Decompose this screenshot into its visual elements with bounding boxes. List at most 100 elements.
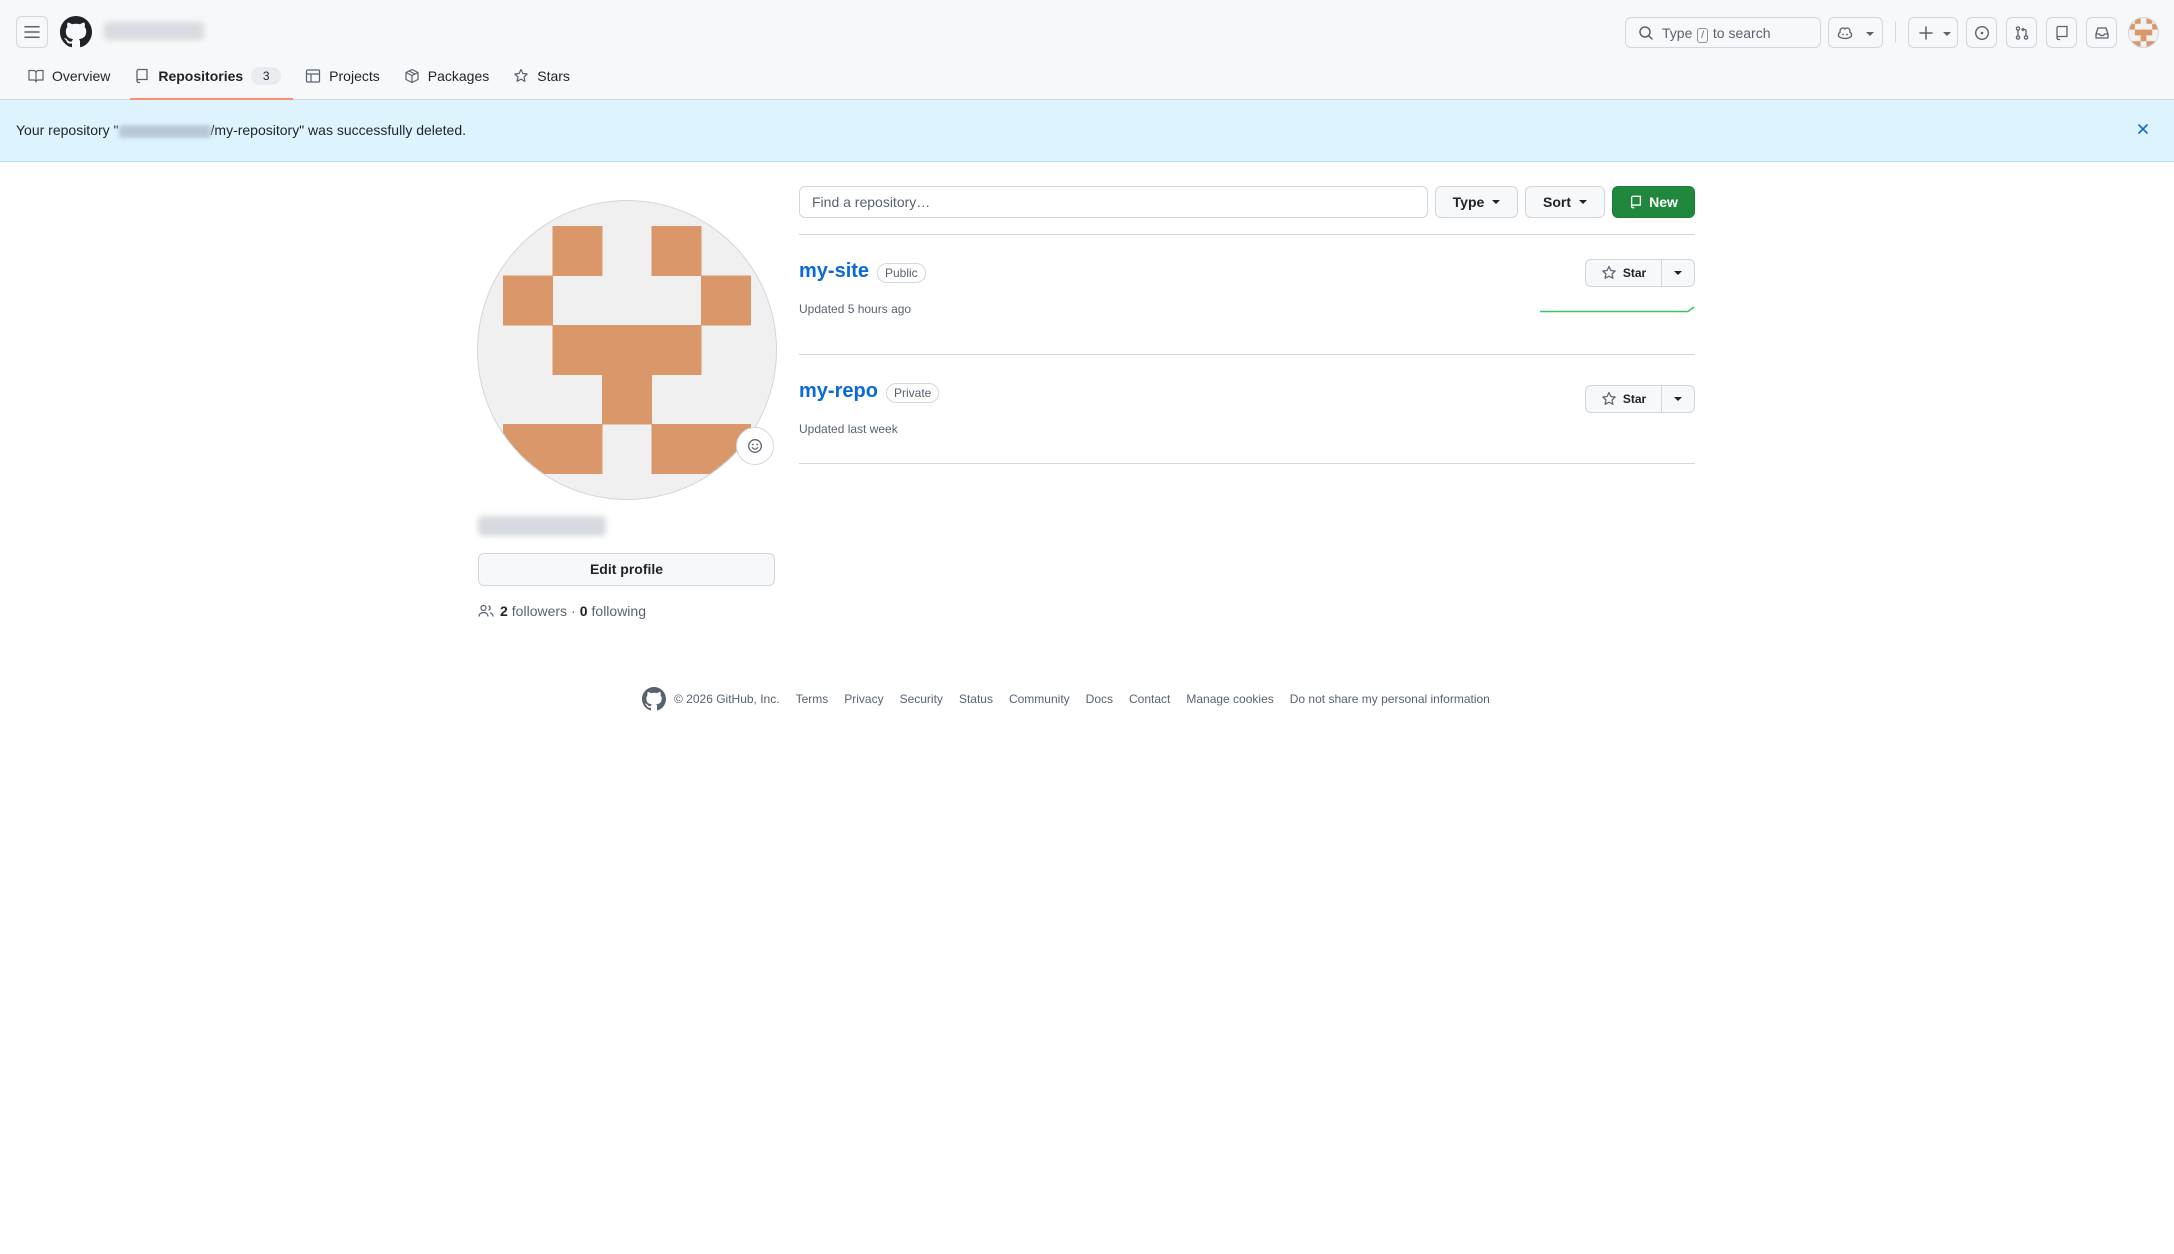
create-new-button[interactable] bbox=[1908, 17, 1958, 48]
inbox-button[interactable] bbox=[2086, 17, 2117, 48]
flash-message: Your repository "/my-repository" was suc… bbox=[0, 100, 2174, 162]
profile-tabs: Overview Repositories 3 Projects Package… bbox=[16, 60, 582, 100]
sort-button[interactable]: Sort bbox=[1525, 186, 1605, 218]
repositories-button[interactable] bbox=[2046, 17, 2077, 48]
identicon-icon bbox=[2129, 18, 2158, 47]
repo-name-link[interactable]: my-repo bbox=[799, 380, 878, 403]
activity-sparkline bbox=[1540, 306, 1695, 313]
hamburger-icon bbox=[24, 26, 40, 38]
inbox-icon bbox=[2095, 27, 2109, 39]
global-header: Type / to search Overview Repositories 3… bbox=[0, 0, 2174, 100]
following-label[interactable]: following bbox=[592, 603, 646, 619]
chevron-down-icon bbox=[1579, 200, 1587, 204]
github-logo-icon[interactable] bbox=[642, 687, 666, 711]
footer-link-terms[interactable]: Terms bbox=[796, 692, 829, 706]
star-list-dropdown[interactable] bbox=[1661, 385, 1695, 413]
menu-button[interactable] bbox=[16, 16, 48, 48]
repo-updated-time: Updated 5 hours ago bbox=[799, 302, 912, 316]
list-divider bbox=[799, 234, 1695, 235]
tab-label: Overview bbox=[52, 68, 111, 84]
username-redacted bbox=[104, 22, 204, 40]
repositories-count-badge: 3 bbox=[251, 67, 282, 85]
new-repository-button[interactable]: New bbox=[1612, 186, 1695, 218]
footer-link-contact[interactable]: Contact bbox=[1129, 692, 1170, 706]
repo-icon bbox=[1631, 195, 1642, 209]
star-button-group: Star bbox=[1585, 385, 1695, 413]
repo-name-link[interactable]: my-site bbox=[799, 260, 869, 283]
global-search-button[interactable]: Type / to search bbox=[1625, 17, 1821, 48]
profile-avatar[interactable] bbox=[478, 201, 776, 499]
footer-link-docs[interactable]: Docs bbox=[1086, 692, 1113, 706]
copilot-icon bbox=[1837, 27, 1853, 40]
people-icon bbox=[478, 604, 494, 617]
site-footer: © 2026 GitHub, Inc. Terms Privacy Securi… bbox=[642, 687, 1506, 711]
star-button-group: Star bbox=[1585, 259, 1695, 287]
tab-repositories[interactable]: Repositories 3 bbox=[122, 60, 293, 100]
owner-name-redacted bbox=[118, 124, 211, 138]
footer-link-status[interactable]: Status bbox=[959, 692, 993, 706]
footer-link-community[interactable]: Community bbox=[1009, 692, 1070, 706]
search-hint: Type / to search bbox=[1662, 25, 1771, 43]
close-icon bbox=[2138, 124, 2148, 134]
table-icon bbox=[306, 69, 321, 83]
plus-icon bbox=[1919, 26, 1933, 40]
tab-label: Packages bbox=[427, 68, 490, 84]
tab-label: Stars bbox=[537, 68, 570, 84]
star-button[interactable]: Star bbox=[1585, 259, 1661, 287]
visibility-badge: Private bbox=[886, 383, 940, 403]
footer-link-privacy[interactable]: Privacy bbox=[844, 692, 883, 706]
find-repository-input[interactable] bbox=[799, 186, 1428, 218]
list-divider bbox=[799, 463, 1695, 464]
footer-link-security[interactable]: Security bbox=[900, 692, 943, 706]
tab-packages[interactable]: Packages bbox=[392, 60, 501, 92]
followers-label[interactable]: followers bbox=[512, 603, 567, 619]
repo-updated-time: Updated last week bbox=[799, 422, 898, 436]
set-status-button[interactable] bbox=[736, 427, 774, 465]
chevron-down-icon bbox=[1674, 397, 1682, 401]
footer-link-manage-cookies[interactable]: Manage cookies bbox=[1186, 692, 1273, 706]
user-avatar-menu[interactable] bbox=[2128, 17, 2159, 48]
identicon-icon bbox=[503, 226, 751, 474]
star-list-dropdown[interactable] bbox=[1661, 259, 1695, 287]
tab-label: Projects bbox=[329, 68, 380, 84]
github-logo-icon[interactable] bbox=[60, 16, 92, 48]
footer-link-do-not-share[interactable]: Do not share my personal information bbox=[1290, 692, 1490, 706]
footer-copyright: © 2026 GitHub, Inc. bbox=[674, 692, 780, 706]
profile-name-redacted bbox=[478, 516, 606, 536]
edit-profile-button[interactable]: Edit profile bbox=[478, 553, 775, 586]
chevron-down-icon bbox=[1943, 32, 1951, 36]
type-filter-button[interactable]: Type bbox=[1435, 186, 1518, 218]
list-divider bbox=[799, 354, 1695, 355]
chevron-down-icon bbox=[1866, 32, 1874, 36]
copilot-button[interactable] bbox=[1828, 17, 1883, 48]
visibility-badge: Public bbox=[877, 263, 926, 283]
repo-icon bbox=[136, 68, 149, 84]
followers-count[interactable]: 2 bbox=[500, 603, 508, 619]
flash-text: Your repository "/my-repository" was suc… bbox=[16, 122, 467, 138]
book-icon bbox=[28, 69, 44, 83]
tab-stars[interactable]: Stars bbox=[501, 60, 582, 92]
tab-label: Repositories bbox=[158, 68, 244, 84]
chevron-down-icon bbox=[1492, 200, 1501, 204]
star-icon bbox=[1602, 391, 1616, 405]
package-icon bbox=[405, 68, 419, 84]
search-shortcut-key: / bbox=[1697, 28, 1709, 43]
star-icon bbox=[514, 68, 529, 82]
issues-button[interactable] bbox=[1966, 17, 1997, 48]
star-button[interactable]: Star bbox=[1585, 385, 1661, 413]
following-count[interactable]: 0 bbox=[580, 603, 588, 619]
flash-close-button[interactable] bbox=[2134, 120, 2152, 138]
issue-opened-icon bbox=[1974, 25, 1990, 41]
smiley-icon bbox=[748, 439, 762, 453]
repo-icon bbox=[2056, 25, 2068, 41]
pull-requests-button[interactable] bbox=[2006, 17, 2037, 48]
header-divider bbox=[1895, 22, 1896, 42]
tab-overview[interactable]: Overview bbox=[16, 60, 122, 92]
search-icon bbox=[1639, 26, 1653, 40]
git-pull-request-icon bbox=[2015, 26, 2029, 40]
star-icon bbox=[1602, 265, 1616, 279]
chevron-down-icon bbox=[1674, 271, 1682, 275]
separator: · bbox=[571, 603, 576, 619]
tab-projects[interactable]: Projects bbox=[293, 60, 392, 92]
follow-stats: 2 followers · 0 following bbox=[478, 603, 646, 619]
